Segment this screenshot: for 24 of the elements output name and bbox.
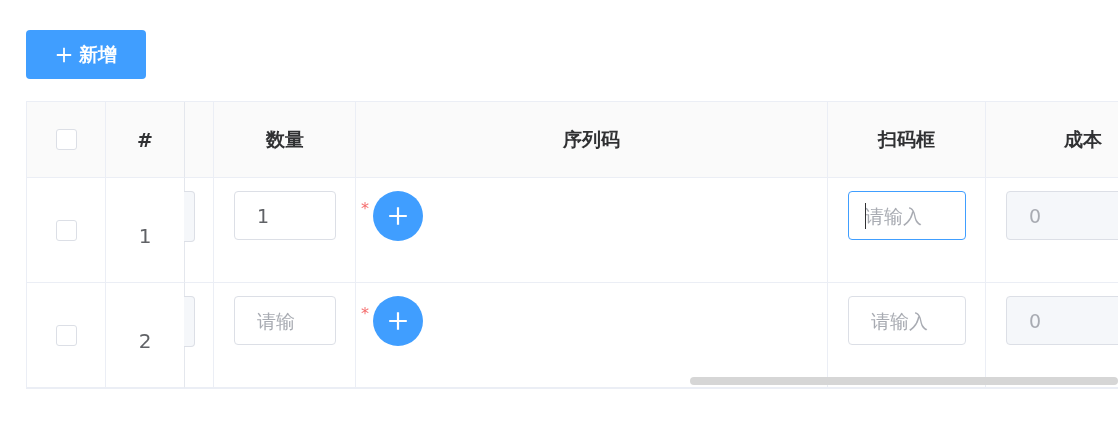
required-mark: * [361, 199, 369, 218]
column-header: # [137, 128, 153, 151]
scan-field[interactable]: 请输入 [848, 191, 966, 240]
plus-icon [387, 205, 409, 227]
scrollbar[interactable] [690, 377, 1118, 385]
column-header: 扫码框 [878, 126, 935, 152]
quantity-field[interactable]: 1 [234, 191, 336, 240]
add-button[interactable]: 新增 [26, 30, 146, 79]
column-header: 序列码 [563, 126, 620, 152]
checkbox[interactable] [55, 324, 77, 346]
checkbox[interactable] [55, 129, 77, 150]
required-mark: * [361, 304, 369, 323]
column-header: 成本 [1064, 126, 1102, 152]
column-header: 数量 [265, 126, 304, 152]
input-field[interactable] [184, 191, 195, 242]
plus-icon [387, 310, 409, 332]
plus-icon [55, 45, 73, 64]
input-field[interactable] [184, 296, 195, 347]
row-number: 2 [138, 329, 152, 353]
row-number: 1 [138, 224, 152, 248]
checkbox[interactable] [55, 219, 77, 241]
add-serial-button[interactable] [373, 191, 423, 241]
add-serial-button[interactable] [373, 296, 423, 346]
quantity-field[interactable]: 请输 [234, 296, 336, 345]
